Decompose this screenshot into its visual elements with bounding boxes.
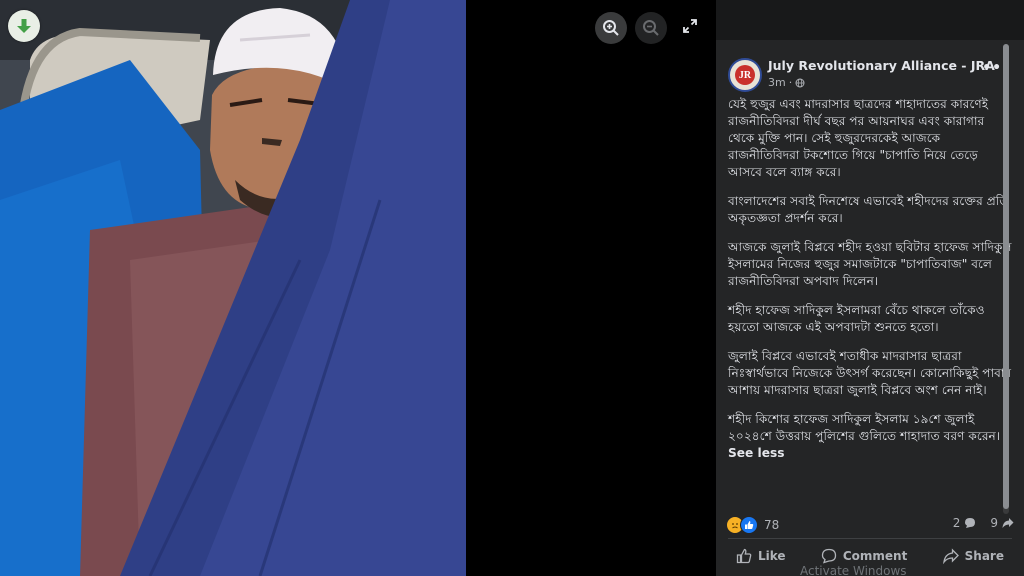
photo-viewer xyxy=(0,0,716,576)
post-paragraph: বাংলাদেশের সবাই দিনশেষে এভাবেই শহীদদের র… xyxy=(728,194,1009,225)
post-meta: 3m · xyxy=(768,76,805,89)
post-text: যেই হুজুর এবং মাদরাসার ছাত্রদের শাহাদাতে… xyxy=(728,96,1012,474)
download-button[interactable] xyxy=(8,10,40,42)
panel-top-bar xyxy=(716,0,1024,40)
globe-icon xyxy=(795,78,805,87)
post-photo[interactable] xyxy=(0,0,466,576)
comment-count-link[interactable]: 2 xyxy=(953,516,977,530)
post-header: JR July Revolutionary Alliance - JRA 3m … xyxy=(728,56,1018,96)
see-less-link[interactable]: See less xyxy=(728,446,785,460)
expand-icon xyxy=(683,19,697,33)
post-paragraph: জুলাই বিপ্লবে এভাবেই শতাধীক মাদরাসার ছাত… xyxy=(728,349,1012,397)
share-icon xyxy=(942,548,959,564)
meta-dot: · xyxy=(788,76,793,89)
reactions-summary[interactable]: 78 xyxy=(726,516,779,534)
reaction-count: 78 xyxy=(764,518,780,532)
comment-label: Comment xyxy=(842,549,908,563)
page-name-link[interactable]: July Revolutionary Alliance - JRA xyxy=(768,58,995,73)
share-label: Share xyxy=(964,549,1004,563)
post-paragraph: শহীদ কিশোর হাফেজ সাদিকুল ইসলাম ১৯শে জুলা… xyxy=(728,412,1001,443)
zoom-out-icon xyxy=(643,20,659,36)
comment-bubble-icon xyxy=(965,518,976,528)
zoom-in-button[interactable] xyxy=(595,12,627,44)
post-side-panel: JR July Revolutionary Alliance - JRA 3m … xyxy=(716,0,1024,576)
post-paragraph: আজকে জুলাই বিপ্লবে শহীদ হওয়া ছবিটার হাফ… xyxy=(728,240,1012,288)
zoom-in-icon xyxy=(603,20,619,36)
share-count-link[interactable]: 9 xyxy=(990,516,1014,530)
like-button[interactable]: Like xyxy=(728,540,794,572)
share-arrow-icon xyxy=(1002,518,1014,528)
zoom-out-button[interactable] xyxy=(635,12,667,44)
os-activation-watermark: Activate Windows xyxy=(800,564,907,576)
comment-count: 2 xyxy=(952,516,961,530)
like-reaction-icon xyxy=(740,516,758,534)
engagement-counts: 2 9 xyxy=(953,516,1014,530)
comment-icon xyxy=(821,548,837,564)
share-button[interactable]: Share xyxy=(935,540,1012,572)
thumbs-up-icon xyxy=(736,548,752,564)
avatar-logo: JR xyxy=(735,65,755,85)
post-paragraph-last: শহীদ কিশোর হাফেজ সাদিকুল ইসলাম ১৯শে জুলা… xyxy=(728,411,1012,462)
fullscreen-button[interactable] xyxy=(678,14,702,38)
scrollbar-thumb[interactable] xyxy=(1003,44,1009,509)
like-label: Like xyxy=(758,549,786,563)
actions-divider xyxy=(728,538,1012,539)
post-time[interactable]: 3m xyxy=(768,76,786,89)
share-count: 9 xyxy=(990,516,998,530)
panel-scrollbar[interactable] xyxy=(1003,44,1009,514)
download-arrow-icon xyxy=(17,19,31,33)
post-paragraph: যেই হুজুর এবং মাদরাসার ছাত্রদের শাহাদাতে… xyxy=(728,97,989,179)
page-avatar[interactable]: JR xyxy=(728,58,762,92)
post-paragraph: শহীদ হাফেজ সাদিকুল ইসলামরা বেঁচে থাকলে ত… xyxy=(728,303,985,334)
